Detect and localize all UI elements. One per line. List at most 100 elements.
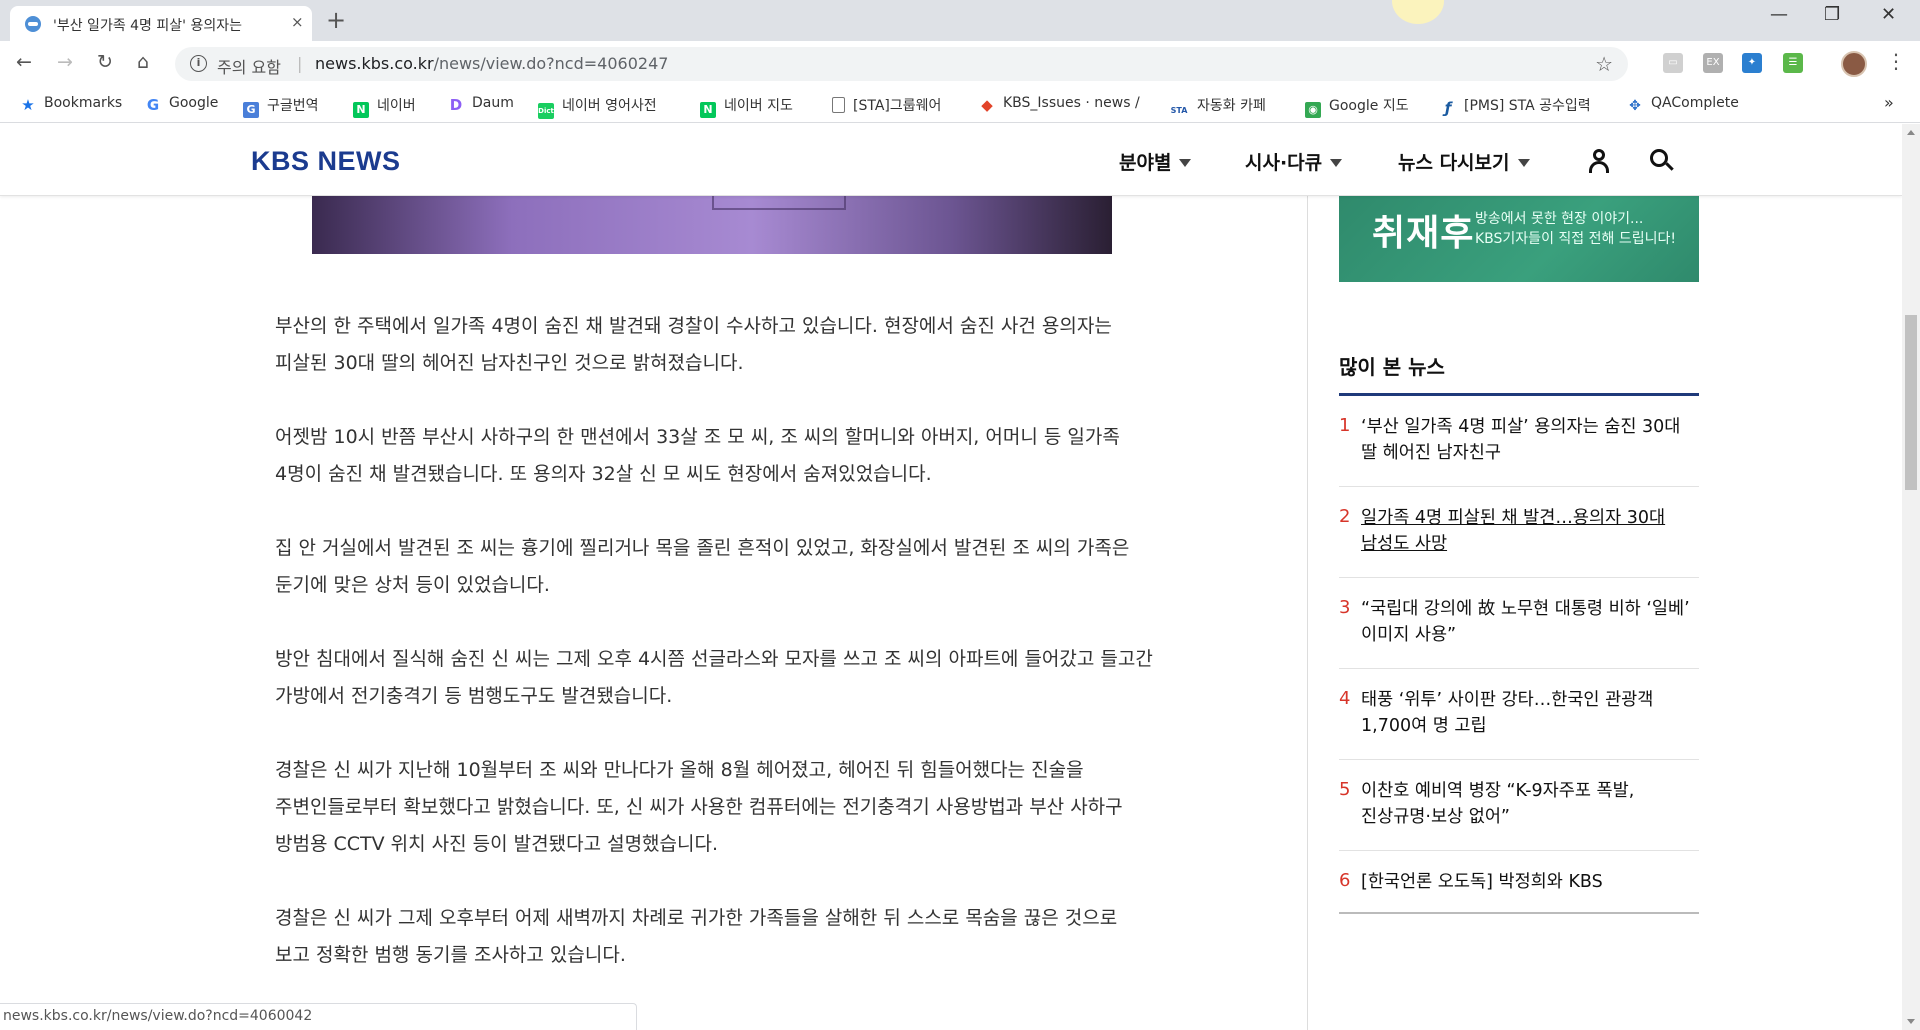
bookmark-item[interactable]: Dict 네이버 영어사전 bbox=[538, 95, 657, 119]
article-body: 부산의 한 주택에서 일가족 4명이 숨진 채 발견돼 경찰이 수사하고 있습니… bbox=[275, 308, 1155, 1011]
maps-icon: ◉ bbox=[1305, 102, 1321, 118]
tab-close-icon[interactable]: × bbox=[291, 13, 304, 31]
pms-icon: ƒ bbox=[1444, 99, 1452, 117]
star-icon: ★ bbox=[21, 96, 35, 114]
article-image bbox=[312, 196, 1112, 254]
info-icon[interactable]: i bbox=[190, 55, 207, 72]
dict-icon: Dict bbox=[538, 103, 554, 119]
kbs-news-logo[interactable]: KBS NEWS bbox=[251, 146, 401, 177]
toolbar: ← → ↻ ⌂ i 주의 요함 | news.kbs.co.kr/news/vi… bbox=[0, 41, 1920, 87]
chevron-down-icon bbox=[1179, 159, 1192, 167]
translate-icon: G bbox=[243, 102, 259, 118]
popular-news-link[interactable]: [한국언론 오도독] 박정희와 KBS bbox=[1361, 869, 1697, 895]
rank-number: 3 bbox=[1339, 597, 1351, 618]
profile-avatar[interactable] bbox=[1841, 51, 1867, 77]
scroll-up-icon[interactable] bbox=[1907, 130, 1915, 135]
promo-banner[interactable]: 취재후 방송에서 못한 현장 이야기... KBS기자들이 직접 전해 드립니다… bbox=[1339, 196, 1699, 282]
bookmark-item[interactable]: N 네이버 지도 bbox=[700, 95, 793, 118]
extension-arrows-icon[interactable]: ✦ bbox=[1742, 53, 1762, 73]
popular-news-link[interactable]: 이찬호 예비역 병장 “K-9자주포 폭발, 진상규명·보상 없어” bbox=[1361, 778, 1697, 830]
bookmark-item[interactable]: D Daum bbox=[448, 95, 514, 113]
search-icon[interactable] bbox=[1650, 149, 1674, 173]
forward-button[interactable]: → bbox=[57, 51, 73, 73]
rank-number: 5 bbox=[1339, 779, 1351, 800]
article-paragraph: 경찰은 신 씨가 그제 오후부터 어제 새벽까지 차례로 귀가한 가족들을 살해… bbox=[275, 907, 1118, 966]
restore-button[interactable]: ❐ bbox=[1824, 4, 1840, 25]
sta-icon: STA bbox=[1170, 106, 1188, 115]
bookmarks-bar: ★ Bookmarks G Google G 구글번역 N 네이버 D Daum Dict… bbox=[0, 87, 1920, 123]
bookmark-item[interactable]: G 구글번역 bbox=[243, 95, 319, 118]
popular-news-item[interactable]: 3 “국립대 강의에 故 노무현 대통령 비하 ‘일베’ 이미지 사용” bbox=[1339, 578, 1699, 669]
chevron-down-icon bbox=[1330, 159, 1343, 167]
bookmark-item[interactable]: STA 자동화 카페 bbox=[1169, 95, 1266, 119]
bookmark-star-icon[interactable]: ☆ bbox=[1595, 52, 1613, 76]
address-bar[interactable]: i 주의 요함 | news.kbs.co.kr/news/view.do?nc… bbox=[175, 47, 1628, 81]
article-paragraph: 집 안 거실에서 발견된 조 씨는 흉기에 찔리거나 목을 졸린 흔적이 있었고… bbox=[275, 537, 1130, 596]
naver-icon: N bbox=[353, 102, 369, 118]
new-tab-button[interactable]: + bbox=[326, 6, 346, 34]
column-divider bbox=[1307, 196, 1308, 1030]
nav-news-replay[interactable]: 뉴스 다시보기 bbox=[1398, 148, 1530, 175]
chevron-down-icon bbox=[1517, 159, 1530, 167]
back-button[interactable]: ← bbox=[16, 51, 32, 73]
nav-current-affairs[interactable]: 시사·다큐 bbox=[1245, 148, 1343, 175]
google-icon: G bbox=[146, 96, 160, 114]
popular-news-item[interactable]: 1 ‘부산 일가족 4명 피살’ 용의자는 숨진 30대 딸 헤어진 남자친구 bbox=[1339, 396, 1699, 487]
site-header: KBS NEWS 분야별 시사·다큐 뉴스 다시보기 bbox=[0, 124, 1902, 196]
bookmark-item[interactable]: ◉ Google 지도 bbox=[1305, 95, 1409, 118]
popular-news-link[interactable]: ‘부산 일가족 4명 피살’ 용의자는 숨진 30대 딸 헤어진 남자친구 bbox=[1361, 414, 1697, 466]
popular-news-link[interactable]: 태풍 ‘위투’ 사이판 강타…한국인 관광객 1,700여 명 고립 bbox=[1361, 687, 1697, 739]
bookmark-item[interactable]: ✥ QAComplete bbox=[1627, 95, 1739, 114]
popular-news-heading: 많이 본 뉴스 bbox=[1339, 355, 1445, 379]
rank-number: 4 bbox=[1339, 688, 1351, 709]
banner-subtitle: KBS기자들이 직접 전해 드립니다! bbox=[1475, 231, 1676, 247]
popular-news-link[interactable]: “국립대 강의에 故 노무현 대통령 비하 ‘일베’ 이미지 사용” bbox=[1361, 596, 1697, 648]
rank-number: 2 bbox=[1339, 506, 1351, 527]
bookmark-item[interactable]: [STA]그룹웨어 bbox=[832, 95, 941, 115]
extension-sheet-icon[interactable]: ☰ bbox=[1783, 53, 1803, 73]
url-path: /news/view.do?ncd=4060247 bbox=[433, 54, 669, 73]
rank-number: 6 bbox=[1339, 870, 1351, 891]
banner-title: 취재후 bbox=[1372, 213, 1475, 254]
nav-category[interactable]: 분야별 bbox=[1119, 148, 1192, 175]
article-paragraph: 부산의 한 주택에서 일가족 4명이 숨진 채 발견돼 경찰이 수사하고 있습니… bbox=[275, 315, 1112, 374]
extension-ex-icon[interactable]: EX bbox=[1703, 53, 1723, 73]
popular-news-item[interactable]: 5 이찬호 예비역 병장 “K-9자주포 폭발, 진상규명·보상 없어” bbox=[1339, 760, 1699, 851]
bookmark-item[interactable]: ★ Bookmarks bbox=[20, 95, 122, 113]
popular-news-link[interactable]: 일가족 4명 피살된 채 발견…용의자 30대 남성도 사망 bbox=[1361, 505, 1697, 557]
qa-icon: ✥ bbox=[1629, 98, 1641, 114]
url-domain: news.kbs.co.kr bbox=[315, 54, 434, 73]
minimize-button[interactable]: — bbox=[1770, 4, 1788, 25]
article-paragraph: 방안 침대에서 질식해 숨진 신 씨는 그제 오후 4시쯤 선글라스와 모자를 … bbox=[275, 648, 1153, 707]
daum-icon: D bbox=[449, 96, 463, 114]
page-viewport: KBS NEWS 분야별 시사·다큐 뉴스 다시보기 부산의 한 주택에서 일가… bbox=[0, 124, 1902, 1030]
scrollbar-thumb[interactable] bbox=[1905, 315, 1917, 490]
popular-news-item[interactable]: 4 태풍 ‘위투’ 사이판 강타…한국인 관광객 1,700여 명 고립 bbox=[1339, 669, 1699, 760]
bookmark-item[interactable]: ◆ KBS_Issues · news / bbox=[979, 95, 1139, 113]
bookmark-item[interactable]: N 네이버 bbox=[353, 95, 416, 118]
bookmark-item[interactable]: G Google bbox=[145, 95, 219, 114]
popular-news-item[interactable]: 6 [한국언론 오도독] 박정희와 KBS bbox=[1339, 851, 1699, 914]
bookmark-item[interactable]: ƒ [PMS] STA 공수입력 bbox=[1440, 95, 1591, 116]
tab-strip: '부산 일가족 4명 피살' 용의자는 × + — ❐ ✕ bbox=[0, 0, 1920, 41]
url-input[interactable]: news.kbs.co.kr/news/view.do?ncd=4060247 bbox=[315, 54, 668, 73]
page-icon bbox=[832, 97, 845, 113]
bookmarks-more-button[interactable]: » bbox=[1884, 93, 1894, 112]
extension-icon[interactable]: ▭ bbox=[1663, 53, 1683, 73]
article-paragraph: 어젯밤 10시 반쯤 부산시 사하구의 한 맨션에서 33살 조 모 씨, 조 … bbox=[275, 426, 1120, 485]
menu-icon[interactable]: ⋮ bbox=[1886, 49, 1906, 73]
close-window-button[interactable]: ✕ bbox=[1881, 4, 1896, 25]
rank-number: 1 bbox=[1339, 415, 1351, 436]
home-button[interactable]: ⌂ bbox=[137, 51, 149, 73]
security-label[interactable]: 주의 요함 bbox=[217, 54, 281, 78]
url-separator: | bbox=[297, 54, 303, 73]
banner-subtitle: 방송에서 못한 현장 이야기... bbox=[1475, 211, 1644, 227]
tab-active[interactable]: '부산 일가족 4명 피살' 용의자는 × bbox=[10, 6, 312, 41]
scroll-down-icon[interactable] bbox=[1907, 1019, 1915, 1024]
popular-news-list: 1 ‘부산 일가족 4명 피살’ 용의자는 숨진 30대 딸 헤어진 남자친구 … bbox=[1339, 396, 1699, 914]
tab-title: '부산 일가족 4명 피살' 용의자는 bbox=[53, 18, 242, 34]
user-icon[interactable] bbox=[1587, 149, 1611, 173]
reload-button[interactable]: ↻ bbox=[97, 51, 113, 73]
vertical-scrollbar[interactable] bbox=[1902, 124, 1920, 1030]
popular-news-item[interactable]: 2 일가족 4명 피살된 채 발견…용의자 30대 남성도 사망 bbox=[1339, 487, 1699, 578]
